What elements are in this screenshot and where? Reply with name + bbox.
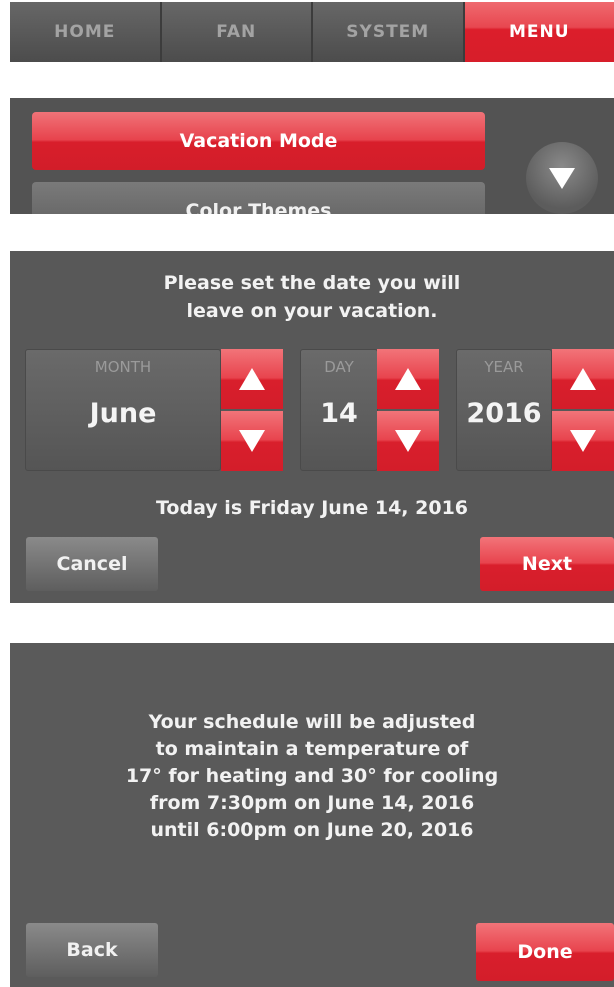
tab-system[interactable]: SYSTEM [313,2,465,62]
day-label: DAY [324,358,354,376]
confirmation-line: from 7:30pm on June 14, 2016 [149,792,475,814]
menu-item-color-themes[interactable]: Color Themes [32,182,485,214]
vacation-date-panel: Please set the date you will leave on yo… [10,251,614,603]
month-label: MONTH [94,358,152,376]
day-down-button[interactable] [377,411,439,471]
done-button[interactable]: Done [476,923,614,981]
menu-list: Vacation Mode Color Themes [10,98,614,214]
cancel-button[interactable]: Cancel [26,537,158,591]
arrow-down-icon [570,430,596,452]
date-prompt-line-1: Please set the date you will [163,272,461,294]
tab-menu[interactable]: MENU [464,2,614,62]
vacation-confirmation-panel: Your schedule will be adjusted to mainta… [10,643,614,987]
month-down-button[interactable] [221,411,283,471]
arrow-up-icon [395,368,421,390]
arrow-down-icon [395,430,421,452]
day-value: 14 [320,398,358,429]
date-prompt-line-2: leave on your vacation. [186,300,438,322]
back-button[interactable]: Back [26,923,158,977]
next-button[interactable]: Next [480,537,614,591]
year-up-button[interactable] [552,349,614,409]
year-field: YEAR 2016 [456,349,552,471]
confirmation-line: to maintain a temperature of [155,738,469,760]
arrow-up-icon [570,368,596,390]
day-field: DAY 14 [300,349,378,471]
chevron-down-icon [549,168,575,189]
arrow-up-icon [239,368,265,390]
month-up-button[interactable] [221,349,283,409]
confirmation-line: 17° for heating and 30° for cooling [125,765,499,787]
confirmation-line: Your schedule will be adjusted [148,711,476,733]
month-value: June [89,398,157,429]
today-date-text: Today is Friday June 14, 2016 [155,497,469,519]
tab-home[interactable]: HOME [10,2,162,62]
year-down-button[interactable] [552,411,614,471]
scroll-down-button[interactable] [526,142,598,214]
arrow-down-icon [239,430,265,452]
confirmation-message: Your schedule will be adjusted to mainta… [10,709,614,844]
year-value: 2016 [466,398,542,429]
tab-bar: HOME FAN SYSTEM MENU [10,2,614,62]
day-up-button[interactable] [377,349,439,409]
menu-item-vacation-mode[interactable]: Vacation Mode [32,112,485,170]
confirmation-line: until 6:00pm on June 20, 2016 [150,819,474,841]
month-field: MONTH June [25,349,221,471]
date-prompt: Please set the date you will leave on yo… [10,269,614,325]
tab-fan[interactable]: FAN [161,2,313,62]
year-label: YEAR [484,358,524,376]
